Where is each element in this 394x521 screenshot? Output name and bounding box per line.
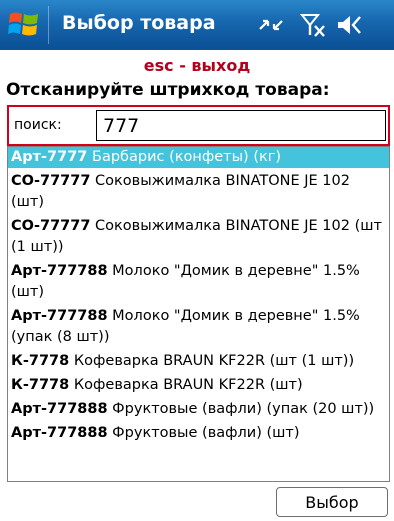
item-code: Арт-777788 bbox=[11, 308, 108, 324]
item-code: К-7778 bbox=[11, 353, 70, 369]
window-title: Выбор товара bbox=[62, 12, 216, 34]
search-bar: поиск: bbox=[7, 105, 390, 146]
list-item[interactable]: К-7778 Кофеварка BRAUN KF22R (шт (1 шт)) bbox=[8, 351, 389, 372]
item-code: К-7778 bbox=[11, 377, 70, 393]
list-item[interactable]: Арт-777888 Фруктовые (вафли) (упак (20 ш… bbox=[8, 399, 389, 420]
select-button[interactable]: Выбор bbox=[276, 487, 388, 517]
list-item[interactable]: Арт-7777 Барбарис (конфеты) (кг) bbox=[8, 147, 389, 168]
item-name: Кофеварка BRAUN KF22R (шт (1 шт)) bbox=[69, 353, 355, 369]
item-code: Арт-777788 bbox=[11, 263, 108, 279]
item-name: Фруктовые (вафли) (упак (20 шт)) bbox=[107, 401, 375, 417]
volume-icon[interactable] bbox=[336, 12, 364, 38]
item-name: Фруктовые (вафли) (шт) bbox=[107, 425, 300, 441]
list-item[interactable]: Арт-777788 Молоко "Домик в деревне" 1.5%… bbox=[8, 306, 389, 348]
title-bar: Выбор товара bbox=[0, 0, 394, 50]
exit-hint: esc - выход bbox=[143, 56, 251, 75]
list-item[interactable]: Арт-777888 Фруктовые (вафли) (шт) bbox=[8, 423, 389, 444]
search-input[interactable] bbox=[96, 110, 386, 141]
item-name: Барбарис (конфеты) (кг) bbox=[87, 149, 282, 165]
no-signal-icon[interactable] bbox=[299, 12, 327, 38]
item-code: СО-77777 bbox=[11, 218, 91, 234]
list-item[interactable]: СО-77777 Соковыжималка BINATONE JE 102 (… bbox=[8, 216, 389, 258]
item-code: Арт-777888 bbox=[11, 401, 108, 417]
scan-prompt: Отсканируйте штрихкод товара: bbox=[6, 80, 330, 100]
list-item[interactable]: К-7778 Кофеварка BRAUN KF22R (шт) bbox=[8, 375, 389, 396]
search-label: поиск: bbox=[14, 117, 62, 133]
item-code: СО-77777 bbox=[11, 173, 91, 189]
title-separator bbox=[48, 6, 49, 44]
connectivity-icon[interactable] bbox=[257, 12, 285, 38]
item-name: Кофеварка BRAUN KF22R (шт) bbox=[69, 377, 303, 393]
product-list[interactable]: Арт-7777 Барбарис (конфеты) (кг) СО-7777… bbox=[7, 146, 390, 482]
list-item[interactable]: СО-77777 Соковыжималка BINATONE JE 102 (… bbox=[8, 171, 389, 213]
item-code: Арт-777888 bbox=[11, 425, 108, 441]
list-item[interactable]: Арт-777788 Молоко "Домик в деревне" 1.5%… bbox=[8, 261, 389, 303]
windows-logo-icon[interactable] bbox=[7, 7, 41, 41]
item-code: Арт-7777 bbox=[11, 149, 88, 165]
